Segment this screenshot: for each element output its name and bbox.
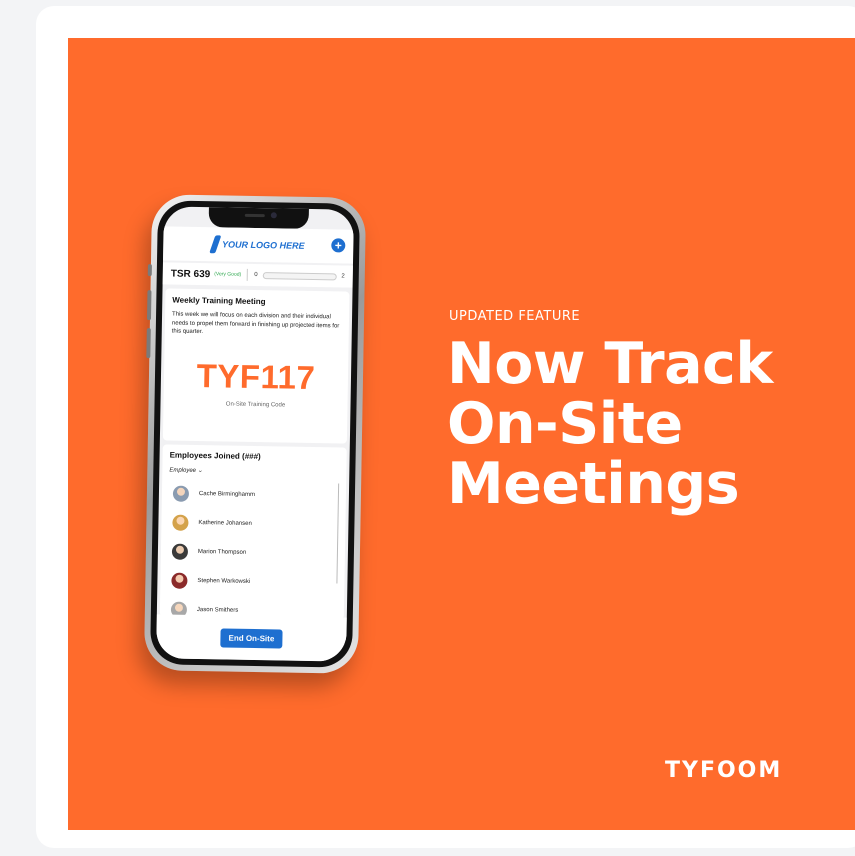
tsr-bar: TSR 639 (Very Good) 0 2: [162, 262, 353, 288]
bolt-icon: [208, 235, 222, 254]
headline-line: On-Site: [447, 391, 683, 457]
brand-logo: TYFOOM: [665, 758, 783, 783]
tsr-progress: [262, 271, 337, 280]
tsr-rating: (Very Good): [214, 271, 242, 278]
chevron-down-icon: ⌄: [197, 468, 203, 475]
eyebrow-label: UPDATED FEATURE: [449, 309, 581, 324]
phone-volume-up-button: [146, 290, 152, 321]
employees-card: Employees Joined (###) Employee ⌄ Cache …: [159, 444, 347, 620]
camera-icon: [270, 212, 277, 219]
headline: Now Track On-Site Meetings: [447, 334, 847, 514]
training-code: TYF117: [196, 356, 316, 396]
hero-banner: YOUR LOGO HERE + TSR 639 (Very Good) 0 2…: [68, 38, 855, 830]
avatar: [171, 572, 188, 589]
avatar: [172, 514, 189, 531]
speaker-icon: [244, 213, 265, 218]
app-footer: End On-Site: [156, 614, 347, 662]
app-logo: YOUR LOGO HERE: [208, 235, 305, 255]
employee-name: Jason Smithers: [196, 606, 239, 614]
avatar: [172, 485, 190, 502]
employee-name: Cache Birminghamm: [198, 490, 256, 498]
add-button[interactable]: +: [331, 238, 346, 253]
phone-volume-down-button: [146, 328, 151, 359]
employee-name: Marion Thompson: [197, 548, 247, 556]
phone-mockup: YOUR LOGO HERE + TSR 639 (Very Good) 0 2…: [143, 194, 367, 674]
tsr-divider: [247, 268, 249, 281]
avatar: [171, 543, 189, 560]
employee-list[interactable]: Cache Birminghamm Katherine Johansen Mar…: [167, 479, 340, 620]
employee-list-scrollbar[interactable]: [335, 483, 340, 584]
phone-screen: YOUR LOGO HERE + TSR 639 (Very Good) 0 2…: [156, 206, 354, 662]
end-on-site-button[interactable]: End On-Site: [220, 627, 283, 649]
meeting-title: Weekly Training Meeting: [172, 295, 266, 307]
list-item[interactable]: Stephen Warkowski: [167, 565, 337, 597]
phone-notch: [208, 207, 309, 229]
app-header: YOUR LOGO HERE +: [163, 226, 354, 264]
training-code-caption: On-Site Training Code: [225, 400, 286, 409]
employee-filter[interactable]: Employee ⌄: [169, 467, 339, 477]
logo-text: YOUR LOGO HERE: [221, 239, 305, 251]
tsr-max: 2: [341, 273, 345, 280]
employee-name: Stephen Warkowski: [197, 577, 251, 585]
phone-side-button: [147, 264, 152, 277]
meeting-description: This week we will focus on each division…: [171, 311, 340, 336]
list-item[interactable]: Marion Thompson: [168, 537, 338, 569]
employee-name: Katherine Johansen: [198, 519, 252, 527]
tsr-label: TSR 639: [170, 268, 211, 280]
list-item[interactable]: Katherine Johansen: [168, 508, 338, 540]
meeting-card: Weekly Training Meeting This week we wil…: [162, 288, 350, 444]
headline-line: Now Track: [447, 331, 773, 397]
list-item[interactable]: Cache Birminghamm: [169, 479, 339, 511]
employees-title: Employees Joined (###): [169, 450, 261, 462]
phone-bezel: YOUR LOGO HERE + TSR 639 (Very Good) 0 2…: [149, 200, 361, 668]
tsr-min: 0: [254, 271, 258, 279]
employee-filter-label: Employee: [169, 467, 197, 474]
headline-line: Meetings: [447, 451, 740, 517]
